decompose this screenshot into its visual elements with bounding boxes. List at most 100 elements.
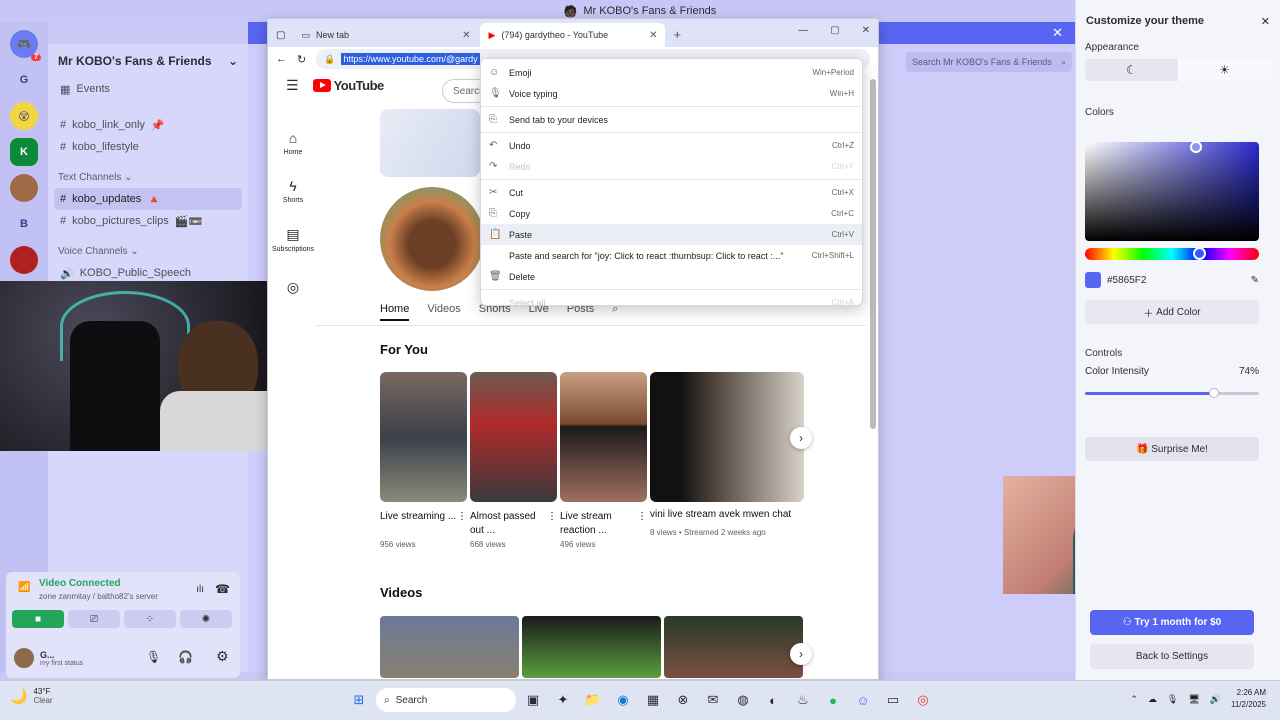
sidebar-item-shorts[interactable]: ϟ Shorts xyxy=(268,167,318,215)
featured-stream-card[interactable]: vini live stream avek mwen chat 8 views … xyxy=(650,372,804,549)
outlook-icon[interactable]: ✉ xyxy=(700,687,726,713)
carousel-next-button[interactable]: › xyxy=(790,643,812,665)
intensity-slider[interactable] xyxy=(1085,388,1259,398)
store-icon[interactable]: ▦ xyxy=(640,687,666,713)
spotify-icon[interactable]: ● xyxy=(820,687,846,713)
menu-item-paste[interactable]: 📋 Paste Ctrl+V xyxy=(481,224,862,245)
menu-item-paste[interactable]: Paste and search for "joy: Click to reac… xyxy=(481,245,862,266)
tab-videos[interactable]: Videos xyxy=(427,303,460,321)
server-b[interactable]: B xyxy=(10,210,38,238)
menu-item-undo[interactable]: ↶ Undo Ctrl+Z xyxy=(481,135,862,156)
tab-actions-icon[interactable]: ▢ xyxy=(276,30,285,41)
chrome-icon[interactable]: ◎ xyxy=(910,687,936,713)
server-header[interactable]: Mr KOBO's Fans & Friends ⌄ xyxy=(48,44,248,78)
tab-home[interactable]: Home xyxy=(380,303,410,321)
screen-share-button[interactable]: ⎚ xyxy=(68,610,120,628)
video-thumbnail[interactable] xyxy=(380,616,519,678)
dark-mode-icon[interactable]: ☾ xyxy=(1085,59,1178,81)
hamburger-menu-icon[interactable]: ☰ xyxy=(286,77,299,94)
chevron-up-icon[interactable]: ⌃ xyxy=(1130,694,1138,705)
edge-icon[interactable]: ◉ xyxy=(610,687,636,713)
reload-icon[interactable]: ↻ xyxy=(297,53,306,66)
media-icon[interactable]: ◍ xyxy=(730,687,756,713)
short-thumbnail[interactable] xyxy=(470,372,557,502)
new-tab-icon[interactable]: + xyxy=(673,27,681,42)
close-tab-icon[interactable]: ✕ xyxy=(462,30,470,41)
mic-icon[interactable]: 🎙 xyxy=(1167,694,1178,705)
menu-item-send[interactable]: ⎘ Send tab to your devices xyxy=(481,109,862,130)
color-swatch[interactable] xyxy=(1085,272,1101,288)
short-thumbnail[interactable] xyxy=(560,372,647,502)
close-icon[interactable]: ✕ xyxy=(1261,15,1270,28)
copilot-icon[interactable]: ✦ xyxy=(550,687,576,713)
server-k-icon[interactable]: K xyxy=(10,138,38,166)
settings-gear-icon[interactable]: ⚙ xyxy=(216,648,229,665)
server-g[interactable]: G xyxy=(10,66,38,94)
hue-slider[interactable] xyxy=(1085,247,1259,260)
clock[interactable]: 2:26 AM 11/2/2025 xyxy=(1231,687,1266,711)
headset-icon[interactable]: 🎧 xyxy=(178,650,193,664)
youtube-logo[interactable]: YouTube xyxy=(312,78,384,93)
steam-icon[interactable]: ♨ xyxy=(790,687,816,713)
short-thumbnail[interactable] xyxy=(380,372,467,502)
color-picker-knob[interactable] xyxy=(1190,141,1202,153)
more-options-icon[interactable]: ⋮ xyxy=(457,510,467,538)
add-color-button[interactable]: ＋ Add Color xyxy=(1085,300,1259,324)
server-avatar-icon[interactable] xyxy=(10,174,38,202)
taskbar-search[interactable]: ⌕ Search xyxy=(376,688,516,712)
menu-item-cut[interactable]: ✂ Cut Ctrl+X xyxy=(481,182,862,203)
sidebar-item-you[interactable]: ◎ xyxy=(268,263,318,311)
hex-value[interactable]: #5865F2 xyxy=(1107,275,1146,286)
video-thumbnail[interactable] xyxy=(522,616,661,678)
xbox-icon[interactable]: ⊗ xyxy=(670,687,696,713)
scrollbar[interactable] xyxy=(870,79,876,429)
tab-youtube[interactable]: ▶ (794) gardytheo - YouTube ✕ xyxy=(480,23,666,47)
server-emoji-icon[interactable]: 😵 xyxy=(10,102,38,130)
light-mode-icon[interactable]: ☀ xyxy=(1178,59,1271,81)
back-arrow-icon[interactable]: ← xyxy=(276,53,287,65)
menu-item-emoji[interactable]: ☺ Emoji Win+Period xyxy=(481,62,862,83)
channel-kobo-pictures-clips[interactable]: # kobo_pictures_clips 🎬📼 xyxy=(48,210,248,232)
activities-button[interactable]: ⁘ xyxy=(124,610,176,628)
hue-knob[interactable] xyxy=(1193,247,1206,260)
file-explorer-icon[interactable]: 📁 xyxy=(580,687,606,713)
network-icon[interactable]: 🖥 xyxy=(1188,694,1199,705)
carousel-next-button[interactable]: › xyxy=(790,427,812,449)
minimize-icon[interactable]: — xyxy=(798,25,808,36)
video-thumbnail[interactable] xyxy=(664,616,803,678)
intensity-knob[interactable] xyxy=(1208,388,1219,398)
server-red-icon[interactable] xyxy=(10,246,38,274)
more-options-icon[interactable]: ⋮ xyxy=(547,510,557,538)
menu-item-copy[interactable]: ⎘ Copy Ctrl+C xyxy=(481,203,862,224)
close-tab-icon[interactable]: ✕ xyxy=(649,30,657,41)
maximize-icon[interactable]: ▢ xyxy=(830,25,839,36)
camera-button[interactable]: ■ xyxy=(12,610,64,628)
mic-icon[interactable]: 🎙 xyxy=(146,650,161,664)
user-panel[interactable]: G... my first status xyxy=(14,648,83,668)
try-nitro-button[interactable]: ⚇ Try 1 month for $0 xyxy=(1090,610,1254,635)
discord-icon[interactable]: ☺ xyxy=(850,687,876,713)
short-card[interactable]: Live streaming ... ⋮ 956 views xyxy=(380,372,467,549)
surprise-me-button[interactable]: 🎁 Surprise Me! xyxy=(1085,437,1259,461)
soundboard-button[interactable]: ✺ xyxy=(180,610,232,628)
task-view-icon[interactable]: ▣ xyxy=(520,687,546,713)
channel-kobo-lifestyle[interactable]: # kobo_lifestyle xyxy=(48,136,248,158)
weather-widget[interactable]: 🌙 43°F Clear xyxy=(10,687,53,705)
obs-icon[interactable]: ◐ xyxy=(760,687,786,713)
menu-item-voice[interactable]: 🎙 Voice typing Win+H xyxy=(481,83,862,104)
volume-icon[interactable]: 🔊 xyxy=(1210,694,1221,705)
eyedropper-icon[interactable]: ✎ xyxy=(1251,275,1259,286)
discord-home-icon[interactable]: 🎮 7 xyxy=(10,30,41,61)
events-link[interactable]: ▦ Events xyxy=(48,78,248,100)
menu-item-delete[interactable]: 🗑 Delete xyxy=(481,266,862,287)
disconnect-icon[interactable]: ☎ xyxy=(215,582,230,596)
category-text-channels[interactable]: Text Channels ⌄ xyxy=(48,166,248,188)
discord-search-input[interactable]: Search Mr KOBO's Fans & Friends ⌕ xyxy=(906,52,1072,72)
channel-kobo-link-only[interactable]: # kobo_link_only 📌 xyxy=(48,114,248,136)
sidebar-item-home[interactable]: ⌂ Home xyxy=(268,119,318,167)
stream-thumbnail[interactable] xyxy=(650,372,804,502)
tab-new-tab[interactable]: ▭ New tab ✕ xyxy=(293,23,478,47)
more-options-icon[interactable]: ⋮ xyxy=(637,510,647,538)
color-picker-area[interactable] xyxy=(1085,141,1259,241)
start-icon[interactable]: ⊞ xyxy=(346,687,372,713)
